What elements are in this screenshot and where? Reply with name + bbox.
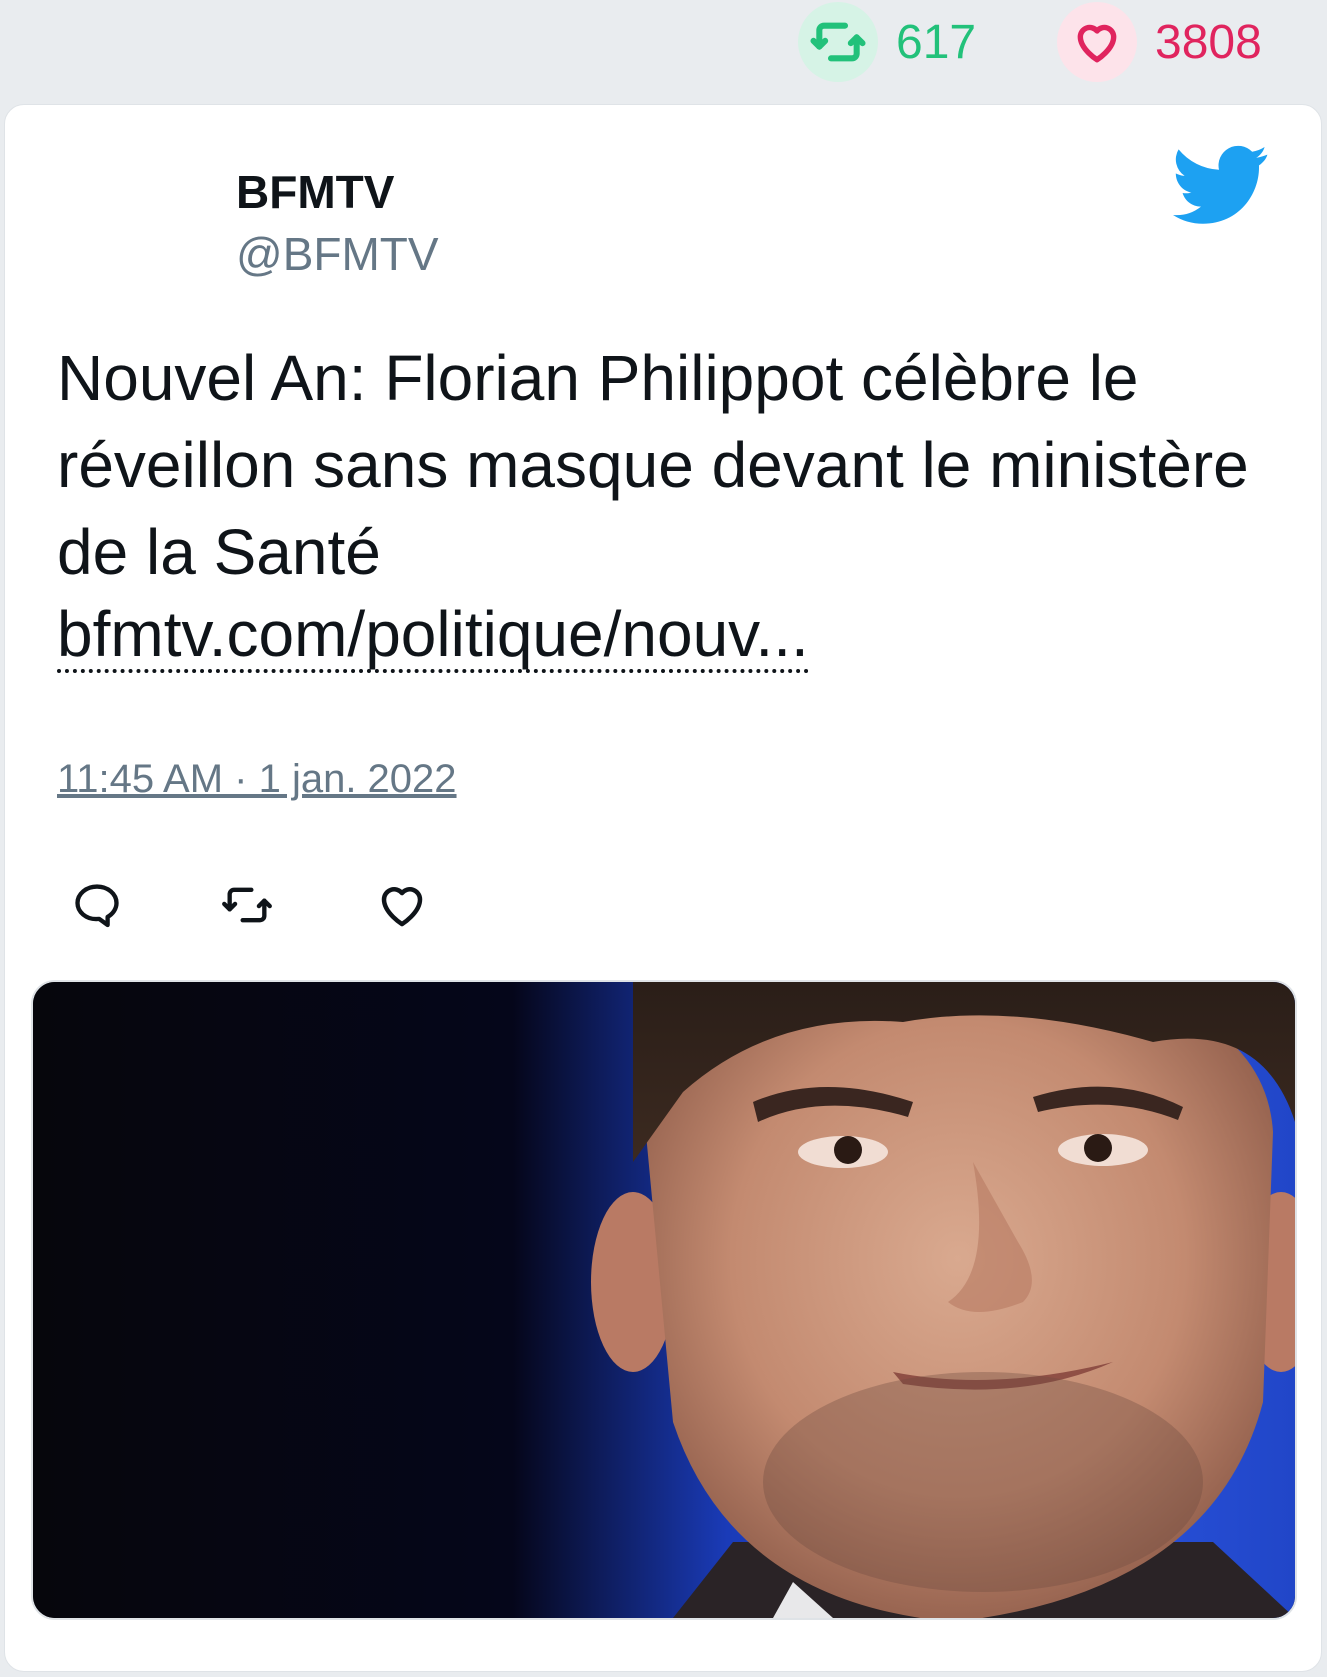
tweet-text: Nouvel An: Florian Philippot célèbre le … [57,342,1249,588]
like-icon[interactable] [362,865,442,945]
like-stat: 3808 [1057,0,1262,84]
author-name[interactable]: BFMTV [236,165,394,219]
like-count: 3808 [1155,15,1262,69]
tweet-actions [57,865,557,945]
retweet-icon[interactable] [207,865,287,945]
heart-stat-icon [1057,2,1137,82]
portrait-photo [33,982,1295,1618]
retweet-stat-icon [798,2,878,82]
article-link[interactable]: bfmtv.com/politique/nouv... [57,599,809,673]
twitter-bird-icon[interactable] [1173,145,1269,225]
tweet-card: BFMTV @BFMTV Nouvel An: Florian Philippo… [4,104,1322,1672]
reply-icon[interactable] [57,865,137,945]
tweet-timestamp[interactable]: 11:45 AM · 1 jan. 2022 [57,757,457,802]
retweet-stat: 617 [798,0,976,84]
article-preview-image[interactable] [31,980,1297,1620]
engagement-stats: 617 3808 [0,0,1327,90]
retweet-count: 617 [896,15,977,69]
author-handle[interactable]: @BFMTV [236,227,439,281]
